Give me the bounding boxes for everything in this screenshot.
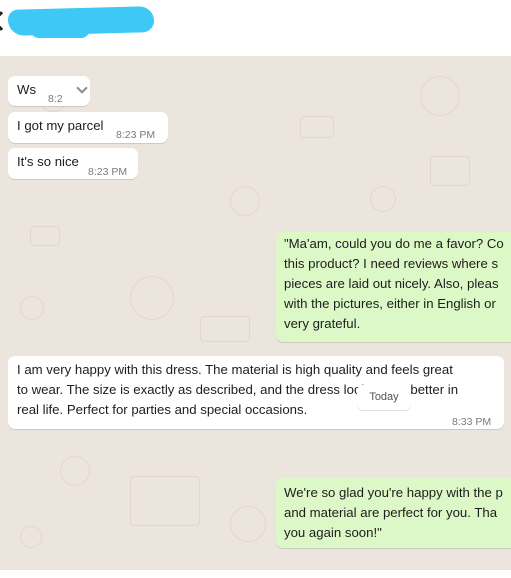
message-time: 8:33 PM <box>452 416 492 428</box>
wallpaper-doodle <box>300 116 334 138</box>
wallpaper-doodle <box>420 76 460 116</box>
wallpaper-doodle <box>130 476 200 526</box>
wallpaper-doodle <box>430 156 470 186</box>
incoming-message[interactable]: I got my parcel 8:23 PM <box>8 112 168 143</box>
message-line: We're so glad you're happy with the p <box>284 485 503 500</box>
date-separator: Today <box>357 385 411 410</box>
message-time: 8:23 PM <box>116 129 156 141</box>
wallpaper-doodle <box>60 456 90 486</box>
message-line: I am very happy with this dress. The mat… <box>17 362 453 377</box>
wallpaper-doodle <box>200 316 250 342</box>
message-line: and material are perfect for you. Tha <box>284 505 498 520</box>
message-time: 8:23 PM <box>88 166 128 178</box>
wallpaper-doodle <box>30 226 60 246</box>
message-line: real life. Perfect for parties and speci… <box>17 402 308 417</box>
chevron-down-icon[interactable] <box>76 82 88 94</box>
outgoing-message[interactable]: We're so glad you're happy with the p an… <box>276 478 511 548</box>
wallpaper-doodle <box>230 506 266 542</box>
redacted-contact-name-extra <box>30 20 90 38</box>
message-time: 8:2 <box>48 93 63 105</box>
message-line: this product? I need reviews where s <box>284 256 499 271</box>
message-text: It's so nice <box>17 154 79 169</box>
message-line: pieces are laid out nicely. Also, pleas <box>284 276 499 291</box>
incoming-message[interactable]: Ws 8:2 <box>8 76 90 106</box>
wallpaper-doodle <box>20 526 42 548</box>
wallpaper-doodle <box>370 186 396 212</box>
incoming-message[interactable]: I am very happy with this dress. The mat… <box>8 356 504 429</box>
bottom-strip <box>0 570 511 578</box>
message-line: you again soon!" <box>284 525 382 540</box>
message-line: to wear. The size is exactly as describe… <box>17 382 459 397</box>
wallpaper-doodle <box>130 276 174 320</box>
message-text: I got my parcel <box>17 118 104 133</box>
wallpaper-doodle <box>230 186 260 216</box>
incoming-message[interactable]: It's so nice 8:23 PM <box>8 148 138 179</box>
message-line: with the pictures, either in English or <box>284 296 496 311</box>
outgoing-message[interactable]: "Ma'am, could you do me a favor? Co this… <box>276 232 511 342</box>
wallpaper-doodle <box>20 296 44 320</box>
message-line: very grateful. <box>284 316 361 331</box>
message-text: Ws <box>17 82 37 97</box>
chat-header <box>0 0 511 56</box>
message-line: "Ma'am, could you do me a favor? Co <box>284 236 504 251</box>
